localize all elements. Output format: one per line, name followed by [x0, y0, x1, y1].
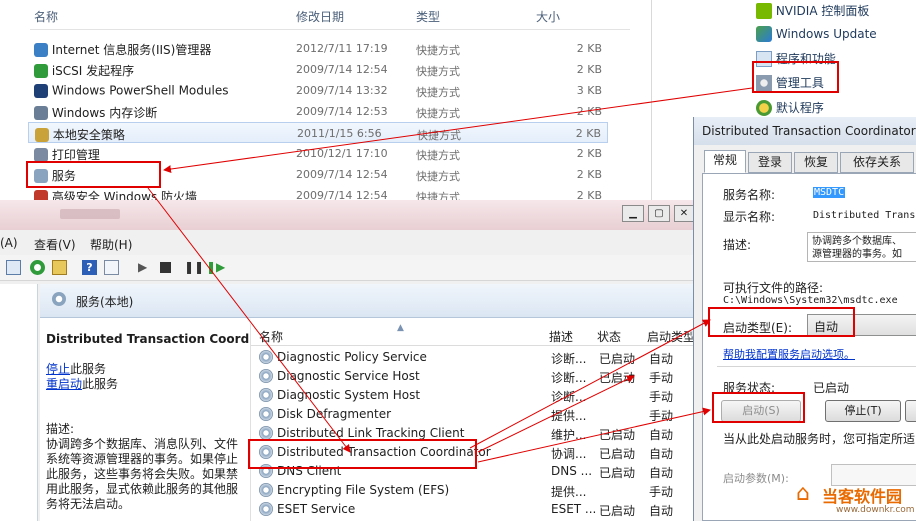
arrow-to-status [477, 375, 635, 453]
arrow-to-start-button [477, 407, 711, 463]
house-icon: ⌂ [796, 481, 810, 506]
arrow-to-services [163, 87, 753, 173]
watermark-logo: ⌂ 当客软件园 www.downkr.com [796, 481, 915, 515]
annotation-arrows [147, 87, 753, 463]
arrow-to-startup-type [469, 319, 711, 449]
arrow-to-dtc [147, 187, 351, 453]
